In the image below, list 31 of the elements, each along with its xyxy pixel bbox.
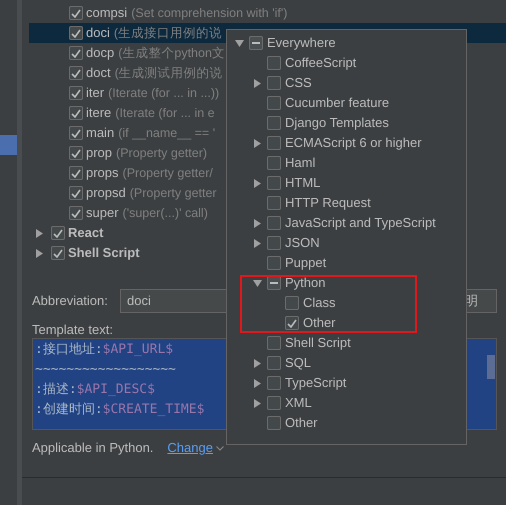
template-line: ~~~~~~~~~~~~~~~~~~ xyxy=(35,361,176,379)
template-description: (Iterate (for ... in ...)) xyxy=(108,84,220,102)
template-line: :接口地址:$API_URL$ xyxy=(35,341,174,359)
template-abbreviation: prop xyxy=(86,144,112,162)
template-description: (生成接口用例的说 xyxy=(114,24,222,42)
template-abbreviation: iter xyxy=(86,84,104,102)
template-description: ('super(...)' call) xyxy=(122,204,208,222)
template-description: (Property getter) xyxy=(116,144,208,162)
template-description: (Iterate (for ... in e xyxy=(115,104,215,122)
template-abbreviation: doci xyxy=(86,24,110,42)
template-text-label: Template text: xyxy=(32,321,113,338)
template-abbreviation: main xyxy=(86,124,114,142)
applicable-context-text: Applicable in Python. xyxy=(32,439,154,458)
template-abbreviation: itere xyxy=(86,104,112,122)
template-abbreviation: docp xyxy=(86,44,114,62)
template-line: :创建时间:$CREATE_TIME$ xyxy=(35,401,204,419)
template-description: (Set comprehension with 'if') xyxy=(131,4,288,22)
template-description: (生成测试用例的说 xyxy=(114,64,223,82)
abbreviation-label: Abbreviation: xyxy=(32,292,109,310)
template-description: (if __name__ == ' xyxy=(118,124,216,142)
template-abbreviation: props xyxy=(86,164,119,182)
template-abbreviation: doct xyxy=(86,64,111,82)
template-abbreviation: super xyxy=(86,204,119,222)
template-description: (Property getter xyxy=(130,184,217,202)
group-label: React xyxy=(68,224,104,242)
template-line: :描述:$API_DESC$ xyxy=(35,381,155,399)
template-abbreviation: compsi xyxy=(86,4,128,22)
group-label: Shell Script xyxy=(68,244,140,262)
template-abbreviation: propsd xyxy=(86,184,126,202)
template-description: (Property getter/ xyxy=(122,164,213,182)
template-description: (生成整个python文 xyxy=(118,44,225,62)
